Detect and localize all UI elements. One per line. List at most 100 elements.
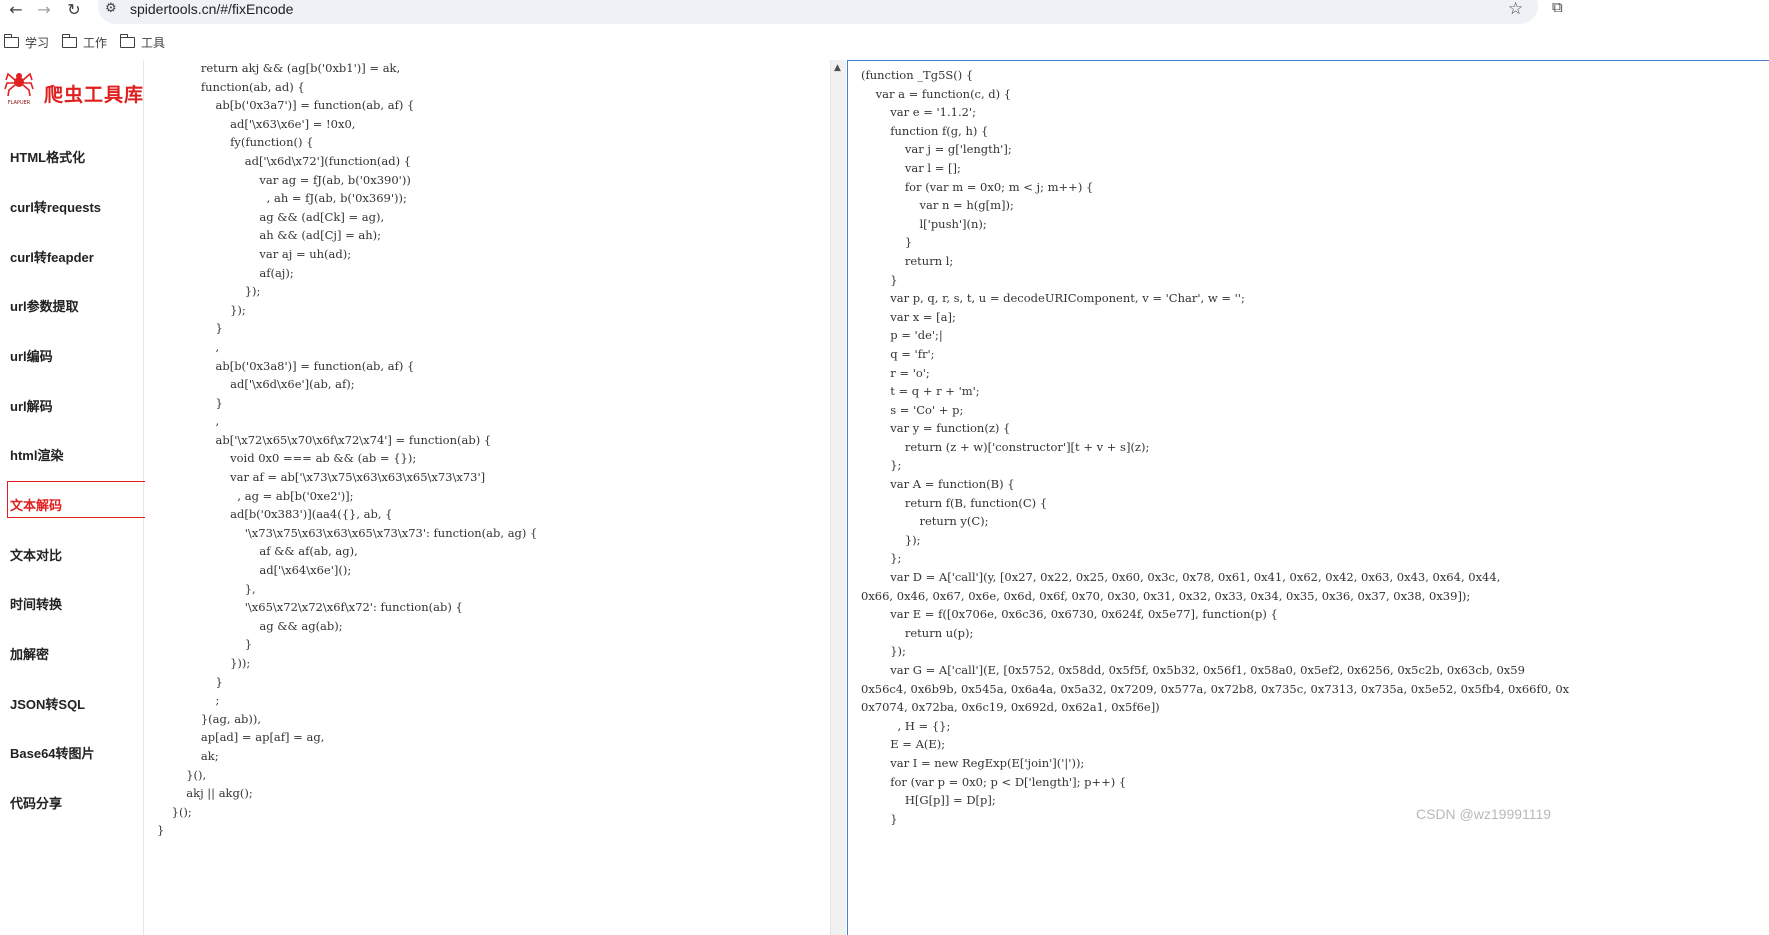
input-code-text[interactable]: return akj && (ag[b('0xb1')] = ak, funct…	[157, 60, 537, 840]
code-line[interactable]: };	[861, 456, 1569, 475]
code-line[interactable]: p = 'de';|	[861, 326, 1569, 345]
code-line[interactable]: E = A(E);	[861, 735, 1569, 754]
code-line[interactable]: }();	[157, 803, 537, 822]
extension-icon[interactable]: ⧉	[1552, 0, 1563, 16]
code-line[interactable]: ab['\x72\x65\x70\x6f\x72\x74'] = functio…	[157, 431, 537, 450]
code-line[interactable]: return u(p);	[861, 624, 1569, 643]
sidebar-item-curl-feapder[interactable]: curl转feapder	[10, 247, 94, 269]
code-line[interactable]: }));	[157, 654, 537, 673]
code-line[interactable]: ab[b('0x3a8')] = function(ab, af) {	[157, 357, 537, 376]
code-line[interactable]: (function _Tg5S() {	[861, 66, 1569, 85]
code-line[interactable]: function f(g, h) {	[861, 122, 1569, 141]
code-line[interactable]: var l = [];	[861, 159, 1569, 178]
code-line[interactable]: 0x66, 0x46, 0x67, 0x6e, 0x6d, 0x6f, 0x70…	[861, 587, 1569, 606]
code-line[interactable]: },	[157, 580, 537, 599]
code-line[interactable]: ;	[157, 691, 537, 710]
code-line[interactable]: var y = function(z) {	[861, 419, 1569, 438]
code-line[interactable]: ak;	[157, 747, 537, 766]
sidebar-item-text-decode[interactable]: 文本解码	[10, 495, 62, 517]
code-line[interactable]: });	[157, 301, 537, 320]
sidebar-item-code-share[interactable]: 代码分享	[10, 793, 62, 815]
address-bar[interactable]	[98, 0, 1538, 24]
code-line[interactable]: });	[861, 642, 1569, 661]
code-line[interactable]: }(ag, ab)),	[157, 710, 537, 729]
code-line[interactable]: });	[157, 282, 537, 301]
code-line[interactable]: '\x65\x72\x72\x6f\x72': function(ab) {	[157, 598, 537, 617]
code-line[interactable]: var x = [a];	[861, 308, 1569, 327]
code-line[interactable]: , ah = fJ(ab, b('0x369'));	[157, 189, 537, 208]
code-line[interactable]: akj || akg();	[157, 784, 537, 803]
scroll-up-icon[interactable]: ▲	[834, 63, 841, 73]
tune-icon[interactable]: ⚙	[105, 1, 117, 16]
code-line[interactable]: function(ab, ad) {	[157, 78, 537, 97]
code-line[interactable]: var I = new RegExp(E['join']('|'));	[861, 754, 1569, 773]
sidebar-item-time-convert[interactable]: 时间转换	[10, 594, 62, 616]
sidebar-item-json-sql[interactable]: JSON转SQL	[10, 694, 85, 716]
code-line[interactable]: var j = g['length'];	[861, 140, 1569, 159]
sidebar-item-url-encode[interactable]: url编码	[10, 346, 53, 368]
url-text[interactable]: spidertools.cn/#/fixEncode	[130, 1, 293, 17]
code-line[interactable]: l['push'](n);	[861, 215, 1569, 234]
output-code-text[interactable]: (function _Tg5S() { var a = function(c, …	[861, 66, 1569, 828]
code-line[interactable]: var n = h(g[m]);	[861, 196, 1569, 215]
sidebar-item-base64-image[interactable]: Base64转图片	[10, 743, 95, 765]
code-line[interactable]: var ag = fJ(ab, b('0x390'))	[157, 171, 537, 190]
code-line[interactable]: , ag = ab[b('0xe2')];	[157, 487, 537, 506]
code-line[interactable]: var aj = uh(ad);	[157, 245, 537, 264]
code-line[interactable]: q = 'fr';	[861, 345, 1569, 364]
code-line[interactable]: ,	[157, 412, 537, 431]
bookmark-folder-tools[interactable]: 工具	[119, 33, 165, 51]
code-line[interactable]: s = 'Co' + p;	[861, 401, 1569, 420]
code-line[interactable]: ab[b('0x3a7')] = function(ab, af) {	[157, 96, 537, 115]
code-line[interactable]: , H = {};	[861, 717, 1569, 736]
code-line[interactable]: }	[157, 635, 537, 654]
code-line[interactable]: var af = ab['\x73\x75\x63\x63\x65\x73\x7…	[157, 468, 537, 487]
code-line[interactable]: }	[861, 271, 1569, 290]
code-line[interactable]: return akj && (ag[b('0xb1')] = ak,	[157, 60, 537, 78]
bookmark-folder-study[interactable]: 学习	[3, 33, 49, 51]
code-line[interactable]: af(aj);	[157, 264, 537, 283]
code-line[interactable]: ,	[157, 338, 537, 357]
code-line[interactable]: var p, q, r, s, t, u = decodeURIComponen…	[861, 289, 1569, 308]
code-line[interactable]: 0x56c4, 0x6b9b, 0x545a, 0x6a4a, 0x5a32, …	[861, 680, 1569, 699]
code-line[interactable]: var e = '1.1.2';	[861, 103, 1569, 122]
code-line[interactable]: ad[b('0x383')](aa4({}, ab, {	[157, 505, 537, 524]
code-line[interactable]: ap[ad] = ap[af] = ag,	[157, 728, 537, 747]
code-line[interactable]: var A = function(B) {	[861, 475, 1569, 494]
code-line[interactable]: var a = function(c, d) {	[861, 85, 1569, 104]
code-line[interactable]: for (var m = 0x0; m < j; m++) {	[861, 178, 1569, 197]
star-icon[interactable]: ☆	[1508, 0, 1523, 19]
code-line[interactable]: };	[861, 549, 1569, 568]
code-line[interactable]: fy(function() {	[157, 133, 537, 152]
code-line[interactable]: 0x7074, 0x72ba, 0x6c19, 0x692d, 0x62a1, …	[861, 698, 1569, 717]
code-line[interactable]: void 0x0 === ab && (ab = {});	[157, 449, 537, 468]
code-line[interactable]: return f(B, function(C) {	[861, 494, 1569, 513]
code-line[interactable]: r = 'o';	[861, 364, 1569, 383]
code-line[interactable]: return (z + w)['constructor'][t + v + s]…	[861, 438, 1569, 457]
sidebar-item-html-format[interactable]: HTML格式化	[10, 147, 85, 169]
code-line[interactable]: var D = A['call'](y, [0x27, 0x22, 0x25, …	[861, 568, 1569, 587]
code-line[interactable]: ag && (ad[Ck] = ag),	[157, 208, 537, 227]
code-line[interactable]: t = q + r + 'm';	[861, 382, 1569, 401]
output-editor[interactable]: (function _Tg5S() { var a = function(c, …	[847, 60, 1769, 935]
code-line[interactable]: return l;	[861, 252, 1569, 271]
sidebar-item-curl-requests[interactable]: curl转requests	[10, 197, 101, 219]
code-line[interactable]: '\x73\x75\x63\x63\x65\x73\x73': function…	[157, 524, 538, 543]
forward-button[interactable]: →	[32, 0, 56, 20]
code-line[interactable]: }	[157, 673, 537, 692]
back-button[interactable]: ←	[4, 0, 28, 20]
code-line[interactable]: }(),	[157, 766, 537, 785]
logo[interactable]: FLAPUER 爬虫工具库	[4, 70, 144, 110]
sidebar-item-text-diff[interactable]: 文本对比	[10, 545, 62, 567]
code-line[interactable]: var E = f([0x706e, 0x6c36, 0x6730, 0x624…	[861, 605, 1569, 624]
bookmark-folder-work[interactable]: 工作	[61, 33, 107, 51]
reload-button[interactable]: ↻	[62, 0, 86, 20]
code-line[interactable]: });	[861, 531, 1569, 550]
code-line[interactable]: }	[861, 233, 1569, 252]
code-line[interactable]: for (var p = 0x0; p < D['length']; p++) …	[861, 773, 1569, 792]
code-line[interactable]: ag && ag(ab);	[157, 617, 537, 636]
code-line[interactable]: ad['\x6d\x72'](function(ad) {	[157, 152, 537, 171]
sidebar-item-url-params[interactable]: url参数提取	[10, 296, 79, 318]
code-line[interactable]: }	[157, 821, 537, 840]
code-line[interactable]: af && af(ab, ag),	[157, 542, 537, 561]
